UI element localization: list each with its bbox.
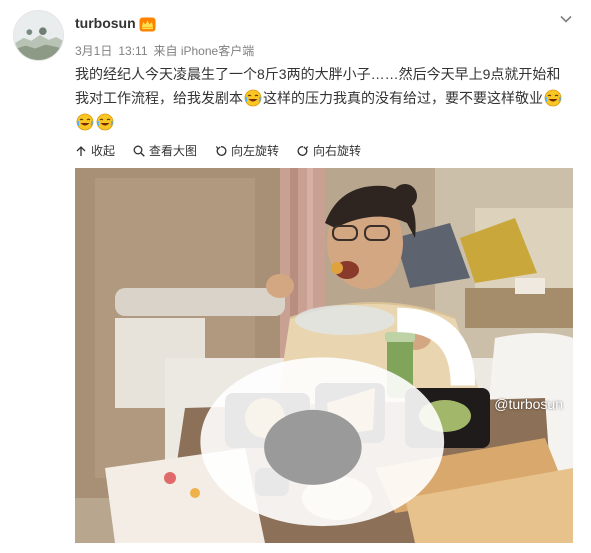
photo-watermark: @turbosun [191,273,563,536]
rotate-left-label: 向左旋转 [231,144,280,158]
view-large-button[interactable]: 查看大图 [133,142,197,159]
author-name[interactable]: turbosun [75,15,136,31]
rotate-right-button[interactable]: 向右旋转 [297,142,361,159]
post-date[interactable]: 3月1日 [75,44,112,58]
avatar[interactable] [13,10,64,61]
magnifier-icon [133,145,145,157]
post-meta: 3月1日 13:11 来自 iPhone客户端 [75,42,260,59]
weibo-post: turbosun 3月1日 13:11 来自 iPhone客户端 我的经纪人今天凌晨… [0,0,591,553]
weibo-logo-icon [200,307,476,526]
laugh-cry-emoji-icon [76,113,94,131]
collapse-label: 收起 [91,144,116,158]
collapse-icon [76,145,86,156]
laugh-cry-emoji-icon [544,89,562,107]
laugh-cry-emoji-icon [244,89,262,107]
chevron-down-icon[interactable] [559,12,573,26]
rotate-right-icon [297,145,309,156]
watermark-text: @turbosun [494,395,563,412]
post-photo[interactable]: @turbosun [75,168,573,543]
laugh-cry-emoji-icon [96,113,114,131]
view-large-label: 查看大图 [149,144,198,158]
post-text: 我的经纪人今天凌晨生了一个8斤3两的大胖小子……然后今天早上9点就开始和我对工作… [75,62,573,134]
rotate-right-label: 向右旋转 [313,144,362,158]
collapse-button[interactable]: 收起 [75,142,115,159]
rotate-left-button[interactable]: 向左旋转 [215,142,279,159]
image-toolbar: 收起 查看大图 向左旋转 向右旋转 [75,142,361,159]
post-source: 来自 iPhone客户端 [153,44,255,58]
rotate-left-icon [215,145,227,156]
post-time[interactable]: 13:11 [118,44,147,58]
vip-crown-icon[interactable] [139,17,156,32]
post-text-part-2: 这样的压力我真的没有给过，要不要这样敬业 [263,90,543,106]
